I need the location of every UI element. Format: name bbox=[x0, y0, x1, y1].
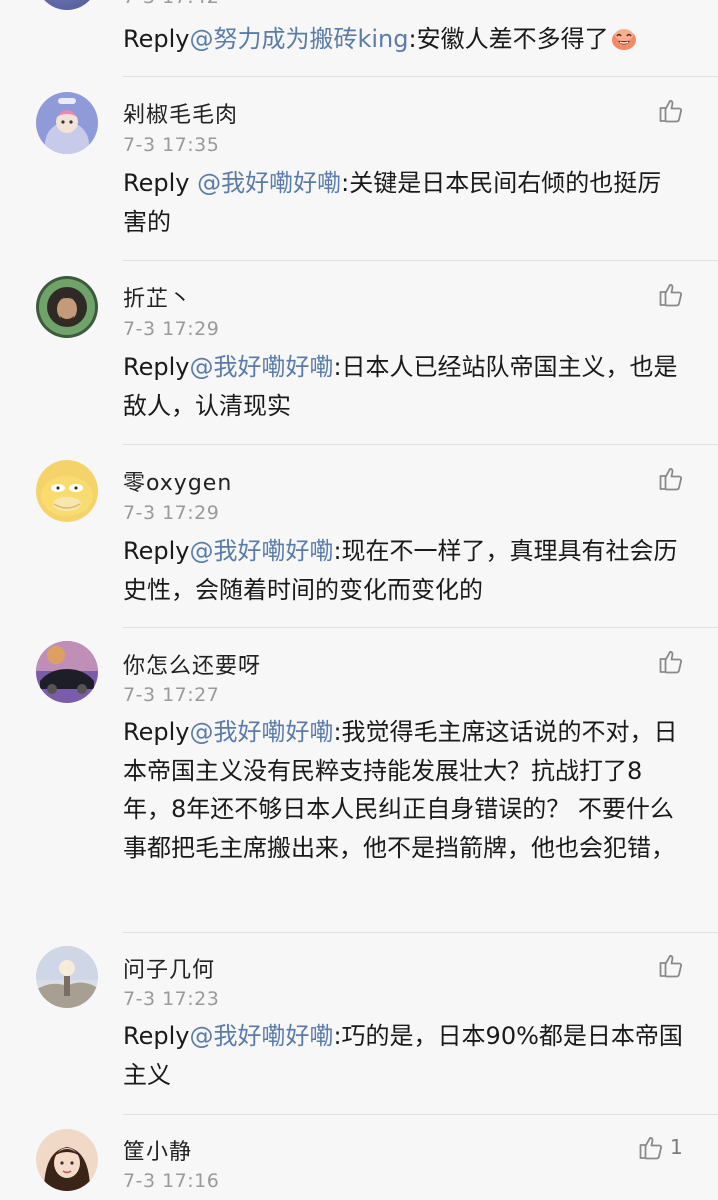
comment-feed: 7-3 17:42 Reply@努力成为搬砖king:安徽人差不多得了 剁椒毛毛… bbox=[0, 0, 718, 1200]
comment-item[interactable]: 筐小静 7-3 17:16 1 bbox=[0, 1114, 718, 1200]
username[interactable]: 零oxygen bbox=[123, 465, 232, 497]
comment-time: 7-3 17:35 bbox=[123, 134, 220, 156]
comment-item[interactable]: 零oxygen 7-3 17:29 Reply@我好嘞好嘞:现在不一样了，真理具… bbox=[0, 444, 718, 628]
avatar[interactable] bbox=[36, 0, 98, 10]
comment-time: 7-3 17:27 bbox=[123, 684, 220, 706]
thumbs-up-icon bbox=[658, 281, 684, 307]
divider bbox=[123, 444, 718, 445]
comment-item[interactable]: 问子几何 7-3 17:23 Reply@我好嘞好嘞:巧的是，日本90%都是日本… bbox=[0, 932, 718, 1114]
thumbs-up-icon bbox=[658, 97, 684, 123]
thumbs-up-icon bbox=[658, 952, 684, 978]
thumbs-up-icon bbox=[638, 1134, 664, 1160]
reply-text[interactable]: Reply@我好嘞好嘞:现在不一样了，真理具有社会历史性，会随着时间的变化而变化… bbox=[123, 532, 683, 609]
reply-body: :安徽人差不多得了 bbox=[408, 25, 609, 53]
comment-item[interactable]: 剁椒毛毛肉 7-3 17:35 Reply @我好嘞好嘞:关键是日本民间右倾的也… bbox=[0, 76, 718, 260]
mention-link[interactable]: @我好嘞好嘞 bbox=[189, 353, 333, 381]
avatar[interactable] bbox=[36, 641, 98, 703]
mention-link[interactable]: @我好嘞好嘞 bbox=[189, 1022, 333, 1050]
avatar[interactable] bbox=[36, 1129, 98, 1191]
reply-label: Reply bbox=[123, 353, 190, 381]
like-button[interactable]: 1 bbox=[638, 1134, 683, 1160]
reply-text[interactable]: Reply@我好嘞好嘞:我觉得毛主席这话说的不对，日本帝国主义没有民粹支持能发展… bbox=[123, 713, 683, 867]
avatar[interactable] bbox=[36, 276, 98, 338]
divider bbox=[123, 76, 718, 77]
like-button[interactable] bbox=[658, 648, 690, 674]
avatar[interactable] bbox=[36, 92, 98, 154]
username[interactable]: 问子几何 bbox=[123, 952, 215, 984]
username[interactable]: 折芷丶 bbox=[123, 281, 192, 313]
divider bbox=[123, 260, 718, 261]
comment-time: 7-3 17:42 bbox=[123, 0, 219, 8]
reply-text[interactable]: Reply@我好嘞好嘞:巧的是，日本90%都是日本帝国主义 bbox=[123, 1017, 683, 1094]
comment-time: 7-3 17:16 bbox=[123, 1170, 220, 1192]
mention-link[interactable]: @努力成为搬砖king bbox=[189, 25, 408, 53]
comment-item-partial[interactable]: 7-3 17:42 Reply@努力成为搬砖king:安徽人差不多得了 bbox=[0, 0, 718, 76]
reply-text[interactable]: Reply@我好嘞好嘞:日本人已经站队帝国主义，也是敌人，认清现实 bbox=[123, 348, 683, 425]
username[interactable]: 你怎么还要呀 bbox=[123, 648, 261, 680]
divider bbox=[123, 627, 718, 628]
landscape-avatar-icon bbox=[36, 946, 98, 1008]
divider bbox=[123, 1114, 718, 1115]
comment-time: 7-3 17:29 bbox=[123, 318, 220, 340]
thumbs-up-icon bbox=[658, 465, 684, 491]
reply-label: Reply bbox=[123, 537, 190, 565]
girl-avatar-icon bbox=[36, 1129, 98, 1191]
like-button[interactable] bbox=[658, 952, 690, 978]
like-count: 1 bbox=[670, 1135, 683, 1159]
reply-text[interactable]: Reply @我好嘞好嘞:关键是日本民间右倾的也挺厉害的 bbox=[123, 164, 683, 241]
mention-link[interactable]: @我好嘞好嘞 bbox=[189, 718, 333, 746]
avatar[interactable] bbox=[36, 460, 98, 522]
avatar[interactable] bbox=[36, 946, 98, 1008]
username[interactable]: 筐小静 bbox=[123, 1134, 192, 1166]
laughing-face-emoji-icon bbox=[611, 24, 637, 50]
reply-label: Reply bbox=[123, 25, 190, 53]
reply-label: Reply bbox=[123, 1022, 190, 1050]
divider bbox=[123, 932, 718, 933]
anime-avatar-icon bbox=[36, 92, 98, 154]
username[interactable]: 剁椒毛毛肉 bbox=[123, 97, 238, 129]
comment-item[interactable]: 你怎么还要呀 7-3 17:27 Reply@我好嘞好嘞:我觉得毛主席这话说的不… bbox=[0, 627, 718, 932]
like-button[interactable] bbox=[658, 97, 690, 123]
comment-item[interactable]: 折芷丶 7-3 17:29 Reply@我好嘞好嘞:日本人已经站队帝国主义，也是… bbox=[0, 260, 718, 444]
car-avatar-icon bbox=[36, 641, 98, 703]
reply-label: Reply bbox=[123, 169, 198, 197]
like-button[interactable] bbox=[658, 465, 690, 491]
reply-label: Reply bbox=[123, 718, 190, 746]
game-character-avatar-icon bbox=[36, 276, 98, 338]
comment-time: 7-3 17:29 bbox=[123, 502, 220, 524]
mention-link[interactable]: @我好嘞好嘞 bbox=[189, 537, 333, 565]
psyduck-avatar-icon bbox=[36, 460, 98, 522]
mention-link[interactable]: @我好嘞好嘞 bbox=[197, 169, 341, 197]
thumbs-up-icon bbox=[658, 648, 684, 674]
like-button[interactable] bbox=[658, 281, 690, 307]
reply-text[interactable]: Reply@努力成为搬砖king:安徽人差不多得了 bbox=[123, 20, 683, 58]
comment-time: 7-3 17:23 bbox=[123, 988, 220, 1010]
